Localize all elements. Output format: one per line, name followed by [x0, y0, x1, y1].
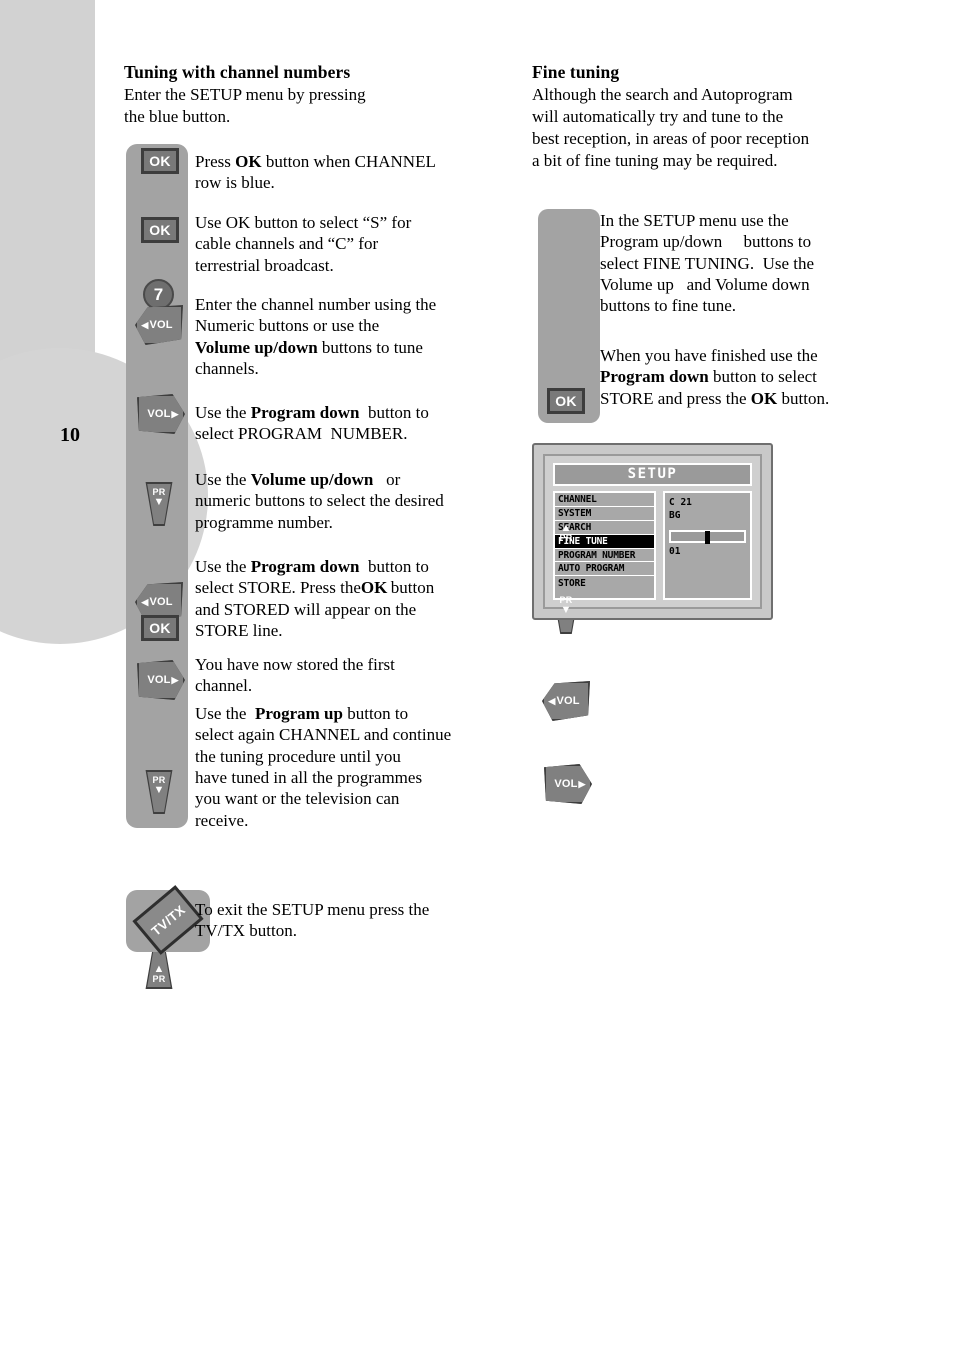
instruction-step-6: Use the Program down button to select STO… [195, 557, 435, 640]
key-numeric-7[interactable]: 7 [143, 279, 174, 310]
instruction-exit-step: To exit the SETUP menu press the TV/TX bu… [195, 900, 430, 941]
osd-body: CHANNEL SYSTEM SEARCH FINE TUNE PROGRAM … [553, 491, 752, 600]
decorative-left-bar [0, 0, 95, 396]
osd-channel-value: C 21 [669, 497, 692, 508]
instruction-step-8: Use the Program up button to select again… [195, 704, 452, 830]
instruction-step-3: Enter the channel number using the Numeri… [195, 295, 437, 378]
instruction-step-1: Press OK button when CHANNEL row is blue. [195, 152, 436, 193]
instruction-fine-tune-2: When you have finished use the Program do… [600, 346, 830, 408]
instruction-step-7: You have now stored the first channel. [195, 655, 395, 696]
intro-line-2: the blue button. [124, 107, 231, 127]
key-ok-3[interactable]: OK [141, 615, 179, 641]
section-intro-fine-tuning: Although the search and Autoprogram will… [532, 85, 810, 171]
osd-menu-item-auto-program[interactable]: AUTO PROGRAM [555, 562, 654, 577]
triangle-down-icon: ▼ [560, 604, 572, 616]
triangle-left-icon: ◀ [141, 319, 149, 330]
section-heading-fine-tuning: Fine tuning [532, 62, 620, 82]
triangle-up-icon: ▲ [560, 522, 572, 534]
key-program-down-1[interactable]: PR ▼ [143, 482, 175, 526]
key-program-up-1[interactable]: ▲ PR [143, 945, 175, 989]
key-program-down-3[interactable]: PR ▼ [550, 590, 582, 634]
triangle-right-icon: ▶ [171, 408, 179, 419]
triangle-right-icon: ▶ [578, 778, 586, 789]
osd-fine-tune-slider[interactable] [669, 530, 746, 544]
key-ok-2[interactable]: OK [141, 217, 179, 243]
intro-line-1: Enter the SETUP menu by pressing [124, 85, 366, 104]
triangle-up-icon: ▲ [153, 963, 165, 975]
osd-menu-item-store[interactable]: STORE [555, 576, 654, 590]
page-number: 10 [60, 424, 80, 446]
key-ok-4[interactable]: OK [547, 388, 585, 414]
osd-value-panel: C 21 BG 01 [663, 491, 752, 600]
section-heading-tuning: Tuning with channel numbers [124, 62, 351, 82]
key-volume-down-3[interactable]: ◀ VOL [542, 681, 590, 721]
key-ok-1[interactable]: OK [141, 148, 179, 174]
osd-slider-knob[interactable] [705, 531, 711, 544]
key-program-down-2[interactable]: PR ▼ [143, 770, 175, 814]
osd-menu-item-program-number[interactable]: PROGRAM NUMBER [555, 549, 654, 563]
section-intro-tuning: Enter the SETUP menu by pressing the blu… [124, 84, 514, 128]
instruction-step-5: Use the Volume up/down or numeric buttons… [195, 470, 444, 532]
instruction-fine-tune-1: In the SETUP menu use the Program up/down… [600, 211, 815, 316]
osd-system-value: BG [669, 510, 681, 521]
osd-title: SETUP [553, 463, 752, 486]
triangle-down-icon: ▼ [153, 784, 165, 796]
key-volume-up-3[interactable]: VOL ▶ [544, 764, 592, 804]
left-column: Tuning with channel numbers Enter the SE… [124, 62, 514, 128]
instruction-step-2: Use OK button to select “S” for cable cha… [195, 213, 412, 275]
triangle-left-icon: ◀ [141, 596, 149, 607]
right-column: Fine tuning Although the search and Auto… [532, 62, 900, 172]
instruction-step-4: Use the Program down button to select PRO… [195, 403, 429, 444]
osd-program-number-value: 01 [669, 546, 681, 557]
key-program-up-2[interactable]: ▲ PR [550, 504, 582, 548]
triangle-right-icon: ▶ [171, 674, 179, 685]
triangle-left-icon: ◀ [548, 695, 556, 706]
triangle-down-icon: ▼ [153, 496, 165, 508]
